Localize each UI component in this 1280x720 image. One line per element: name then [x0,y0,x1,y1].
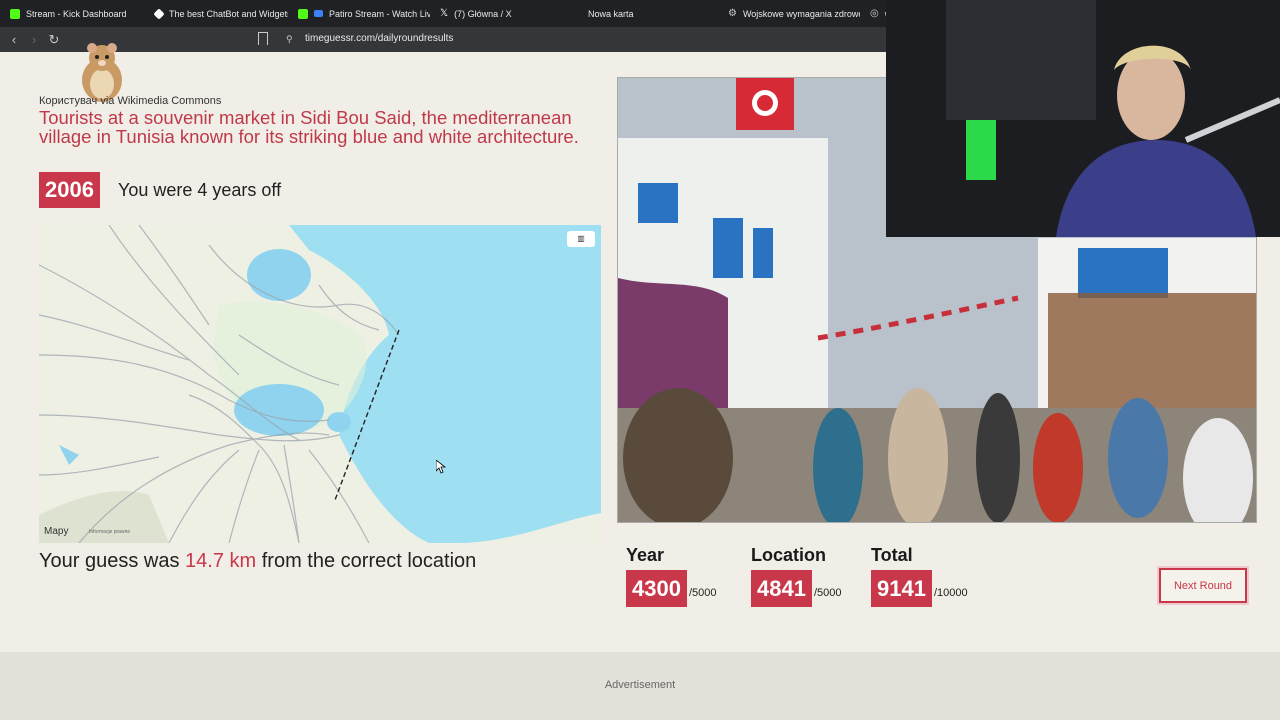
kick-icon [10,8,20,19]
map-logo: Mapy [44,526,69,537]
screen-icon [314,10,323,17]
reload-icon[interactable]: ↻ [44,32,64,48]
distance-text: Your guess was 14.7 km from the correct … [39,550,477,572]
score-location-value: 4841 [751,570,812,607]
score-year-value: 4300 [626,570,687,607]
site-info-icon[interactable]: ⚲ [286,34,296,44]
score-total: Total 9141/10000 [871,545,968,607]
back-icon[interactable]: ‹ [4,32,24,47]
map-graphic [39,225,601,543]
x-logo-icon: 𝕏 [440,8,449,19]
bookmark-icon[interactable] [258,32,268,45]
advertisement-label: Advertisement [604,679,676,691]
tab-chatbot[interactable]: The best ChatBot and Widgets [145,0,288,27]
mouse-cursor-icon [436,460,446,474]
score-total-value: 9141 [871,570,932,607]
photo-description: Tourists at a souvenir market in Sidi Bo… [39,107,579,147]
gear-icon: ⚙ [728,8,737,19]
url-field[interactable]: timeguessr.com/dailyroundresults [305,33,453,44]
result-map[interactable]: ▥ Mapy Informacje prawne [39,225,601,543]
photo-credit: Користувач via Wikimedia Commons [39,95,222,107]
tab-new-tab[interactable]: Nowa karta [570,0,718,27]
webcam-graphic [886,0,1280,237]
next-round-button[interactable]: Next Round [1159,568,1247,603]
forward-icon[interactable]: › [24,32,44,47]
score-location: Location 4841/5000 [751,545,841,607]
webcam-overlay [886,0,1280,237]
globe-icon: ◎ [870,8,879,19]
map-type-button[interactable]: ▥ [567,231,595,247]
tab-patiro-stream[interactable]: Patiro Stream - Watch Live [288,0,430,27]
tab-wojskowe[interactable]: ⚙ Wojskowe wymagania zdrowot [718,0,860,27]
map-legal-link[interactable]: Informacje prawne [89,529,130,535]
tab-kick-dashboard[interactable]: Stream - Kick Dashboard [0,0,145,27]
score-year: Year 4300/5000 [626,545,716,607]
tab-x[interactable]: 𝕏 (7) Główna / X [430,0,570,27]
diamond-icon [153,7,165,20]
distance-value: 14.7 km [185,550,257,572]
kick-icon [298,8,308,19]
years-off-text: You were 4 years off [118,180,282,200]
advertisement-area: Advertisement [0,652,1280,720]
correct-year-badge: 2006 [39,172,100,208]
